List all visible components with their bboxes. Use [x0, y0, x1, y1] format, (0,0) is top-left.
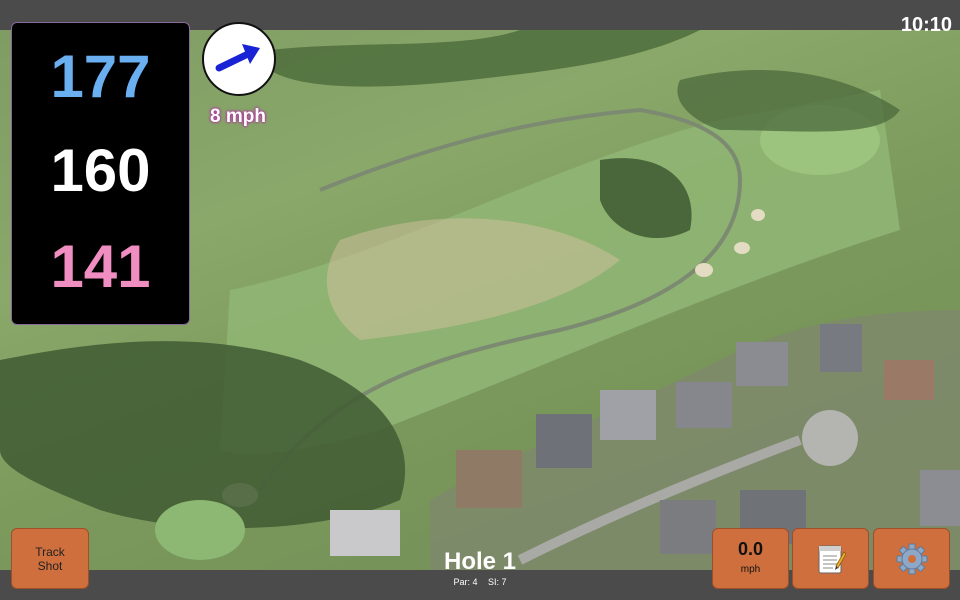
house-roof [676, 382, 732, 428]
tree-line [270, 30, 700, 87]
hole-title: Hole 1 [443, 548, 517, 575]
house-roof [536, 414, 592, 468]
house-roof [660, 500, 716, 554]
house-roof [736, 342, 788, 386]
wind-indicator [202, 22, 276, 96]
distance-panel: 177 160 141 [11, 22, 190, 325]
gear-icon [896, 543, 927, 574]
house-roof [920, 470, 960, 526]
speed-unit: mph [740, 564, 761, 575]
house-roof [884, 360, 934, 400]
notepad-icon [818, 545, 846, 573]
house-roof [820, 324, 862, 372]
tree-cluster [677, 70, 900, 132]
cul-de-sac [802, 410, 858, 466]
track-shot-label-line2: Shot [37, 558, 63, 573]
house-roof [600, 390, 656, 440]
status-clock: 10:10 [900, 14, 952, 36]
wind-speed-label: 8 mph [210, 106, 266, 127]
putting-green [155, 500, 245, 560]
notes-button[interactable] [792, 528, 869, 589]
par-label: Par: 4 [453, 577, 478, 587]
track-shot-label-line1: Track [35, 544, 65, 559]
stroke-index-label: SI: 7 [488, 577, 507, 587]
front-of-green-distance: 141 [50, 233, 151, 300]
speed-button[interactable]: 0.0 mph [712, 528, 789, 589]
bunker [734, 242, 750, 254]
bunker [751, 209, 765, 221]
track-shot-button[interactable]: Track Shot [11, 528, 89, 589]
back-of-green-distance: 177 [50, 43, 151, 110]
house-roof [456, 450, 522, 508]
bunker [695, 263, 713, 277]
speed-value: 0.0 [737, 539, 764, 559]
settings-button[interactable] [873, 528, 950, 589]
hole-info: Par: 4 SI: 7 [380, 577, 580, 587]
wind-arrow-icon [215, 44, 260, 72]
middle-of-green-distance: 160 [50, 137, 151, 204]
